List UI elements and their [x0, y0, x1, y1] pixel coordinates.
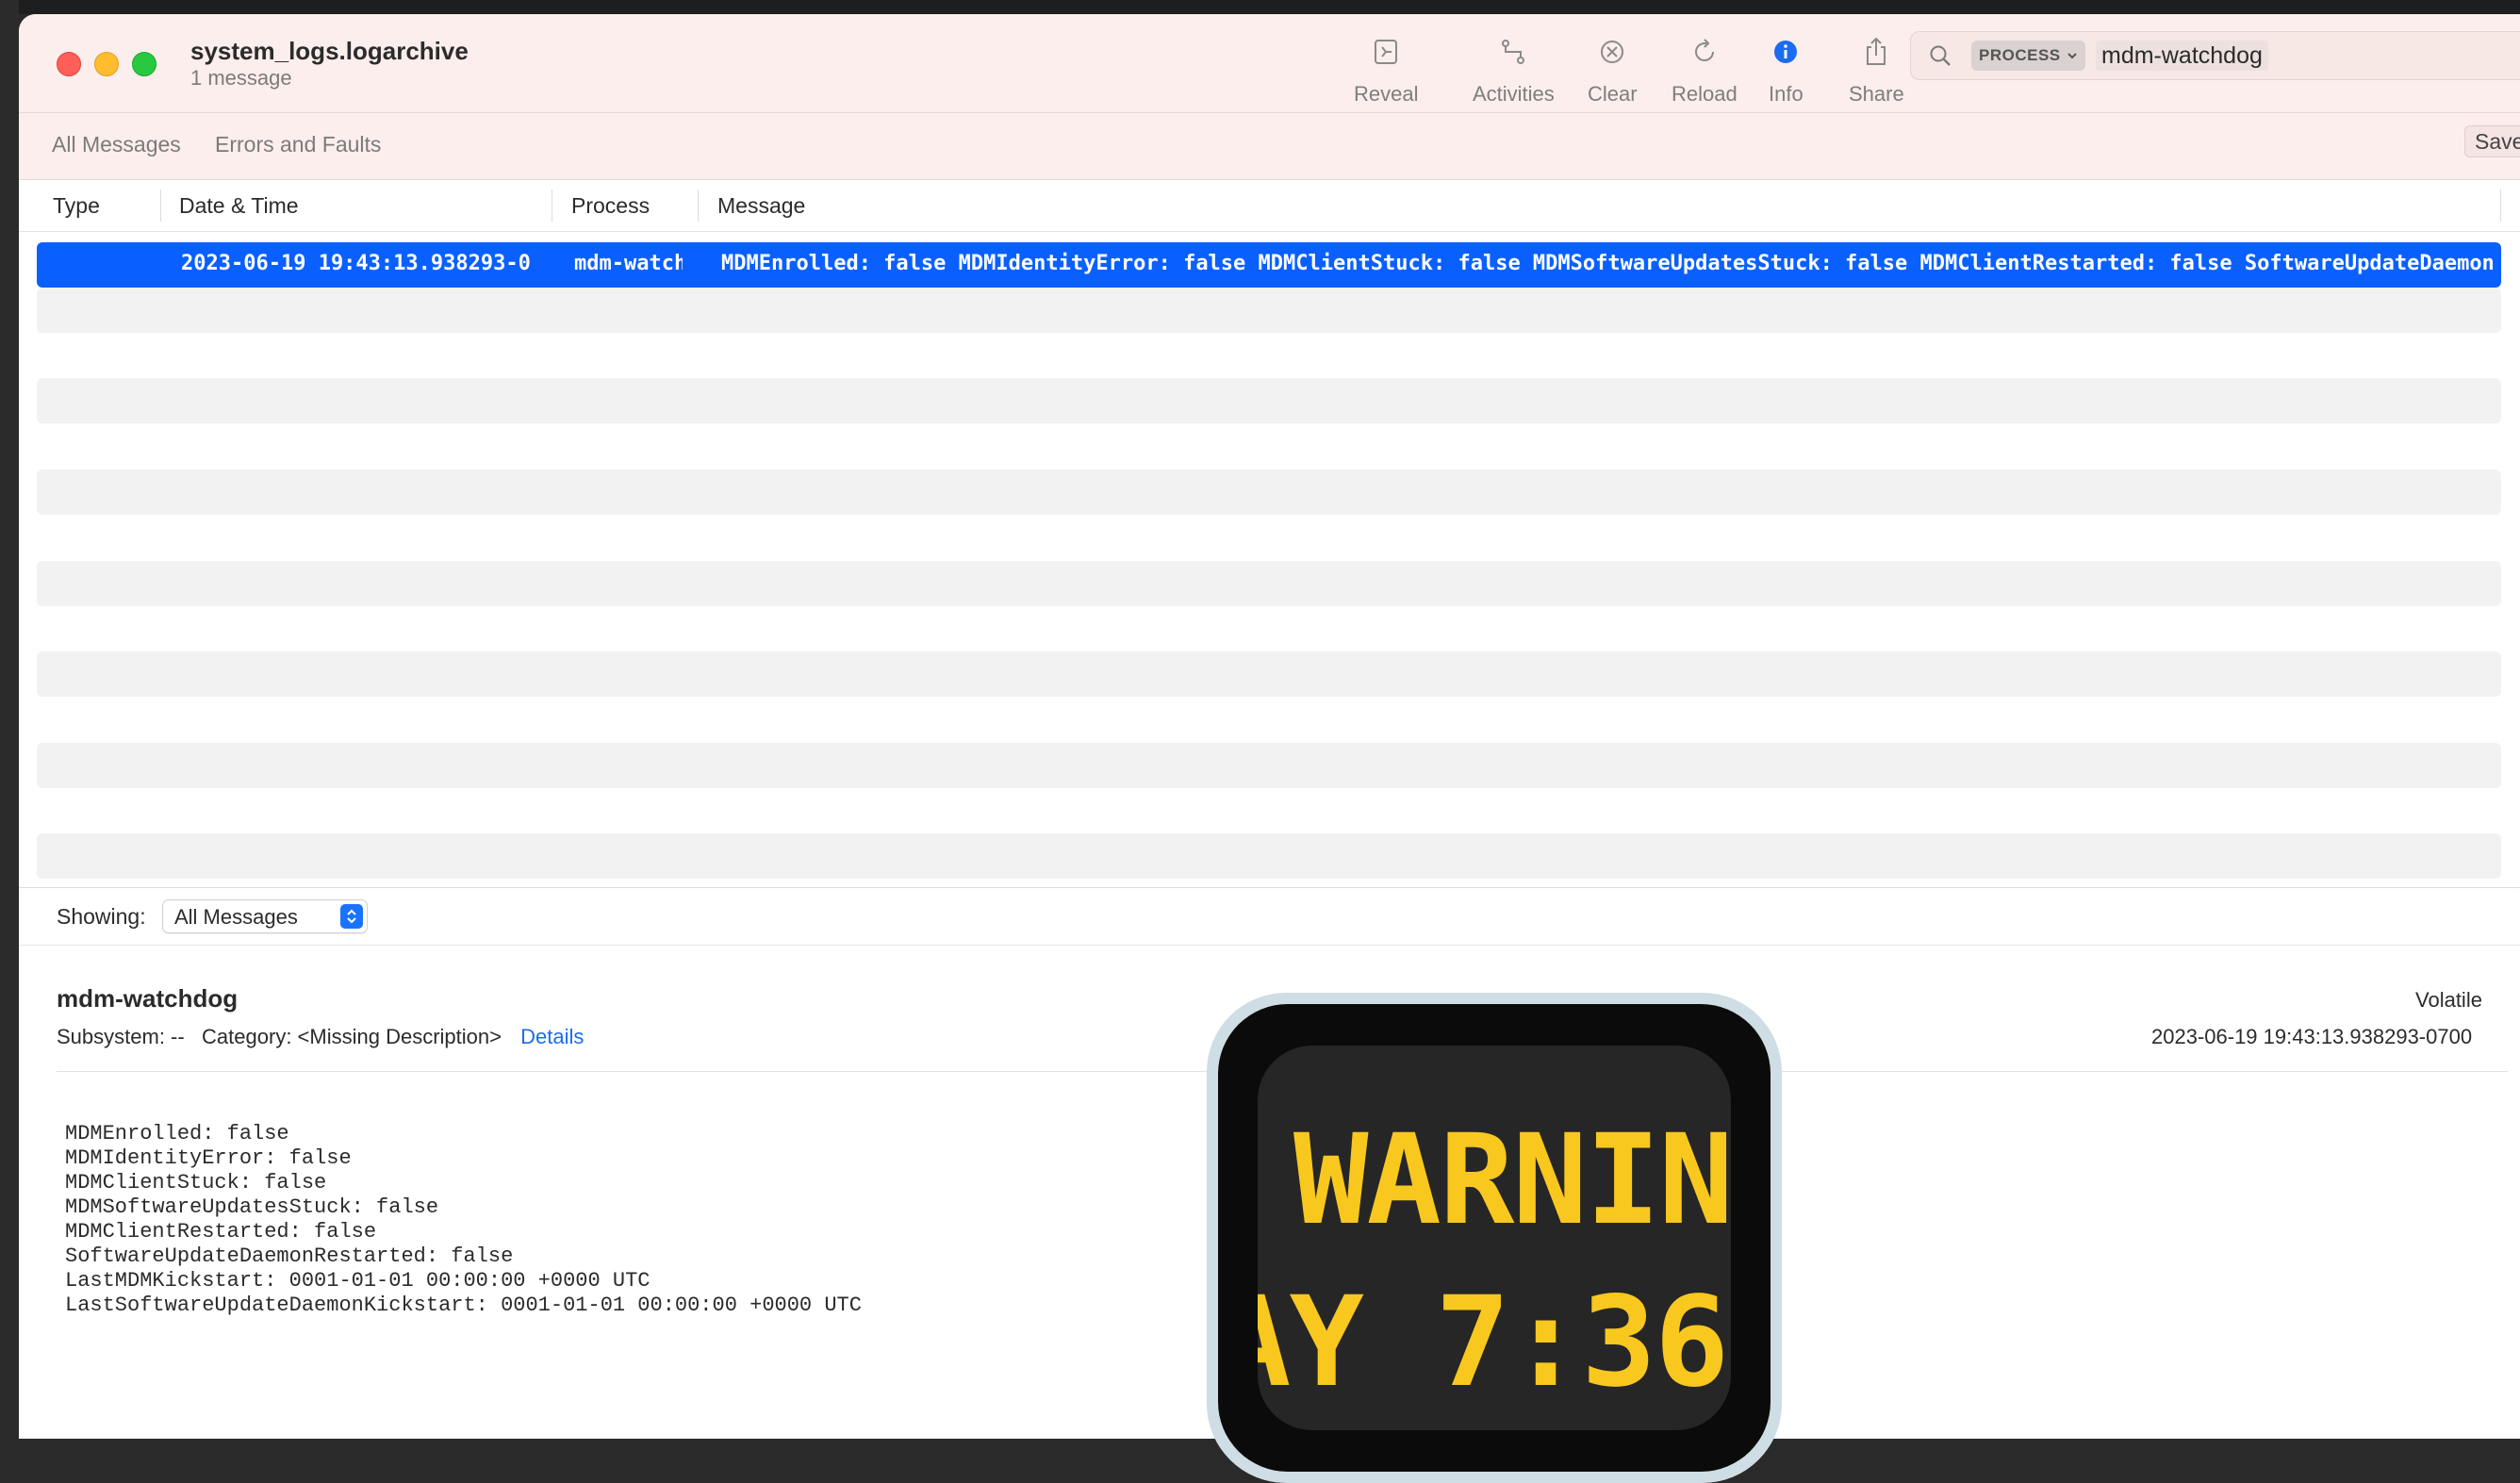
table-row-empty	[37, 561, 2501, 606]
chevron-down-icon	[2067, 46, 2078, 65]
scope-errors-and-faults[interactable]: Errors and Faults	[215, 132, 381, 157]
detail-timestamp: 2023-06-19 19:43:13.938293-0700	[2151, 1025, 2473, 1048]
column-header-row: Type Date & Time Process Message	[19, 180, 2520, 232]
reveal-label: Reveal	[1354, 82, 1419, 106]
search-icon	[1928, 43, 1952, 73]
detail-line: LastMDMKickstart: 0001-01-01 00:00:00 +0…	[65, 1269, 651, 1293]
table-row-empty	[37, 288, 2501, 333]
log-table: 2023-06-19 19:43:13.938293-0 mdm-watchdo…	[37, 242, 2501, 883]
detail-line: MDMEnrolled: false	[65, 1122, 289, 1145]
icon-screen: WARNIN AY 7:36	[1258, 1046, 1731, 1430]
detail-subsystem: Subsystem: --	[57, 1025, 185, 1048]
detail-message-body: MDMEnrolled: false MDMIdentityError: fal…	[65, 1122, 862, 1318]
search-field[interactable]: PROCESS mdm-watchdog	[1910, 31, 2520, 80]
column-separator[interactable]	[698, 189, 699, 222]
clear-button[interactable]: Clear	[1588, 33, 1638, 108]
column-separator[interactable]	[2500, 189, 2501, 222]
clear-label: Clear	[1588, 82, 1638, 106]
reveal-icon	[1372, 33, 1400, 71]
share-button[interactable]: Share	[1849, 33, 1904, 108]
search-token-label: PROCESS	[1979, 46, 2061, 64]
icon-text-line1: WARNIN	[1293, 1108, 1731, 1253]
column-type[interactable]: Type	[53, 193, 100, 219]
detail-line: LastSoftwareUpdateDaemonKickstart: 0001-…	[65, 1294, 862, 1317]
reload-button[interactable]: Reload	[1672, 33, 1738, 108]
share-label: Share	[1849, 82, 1904, 106]
detail-meta: Subsystem: -- Category: <Missing Descrip…	[57, 1025, 584, 1049]
titlebar: system_logs.logarchive 1 message Reveal …	[19, 14, 2520, 113]
table-row-empty	[37, 470, 2501, 515]
table-row-empty	[37, 378, 2501, 423]
showing-select-value: All Messages	[174, 905, 298, 929]
column-separator[interactable]	[160, 189, 161, 222]
detail-line: MDMClientRestarted: false	[65, 1220, 377, 1244]
search-query[interactable]: mdm-watchdog	[2096, 41, 2268, 71]
scope-bar: All Messages Errors and Faults Save	[19, 113, 2520, 180]
detail-category: Category: <Missing Description>	[202, 1025, 502, 1048]
column-message[interactable]: Message	[717, 193, 805, 219]
reveal-button[interactable]: Reveal	[1354, 33, 1418, 108]
detail-line: MDMSoftwareUpdatesStuck: false	[65, 1195, 439, 1219]
close-window-button[interactable]	[57, 52, 81, 76]
column-process[interactable]: Process	[571, 193, 650, 219]
scope-all-messages[interactable]: All Messages	[52, 132, 181, 157]
reload-icon	[1690, 33, 1719, 71]
table-row-empty	[37, 833, 2501, 879]
reload-label: Reload	[1672, 82, 1738, 106]
minimize-window-button[interactable]	[94, 52, 119, 76]
detail-volatile: Volatile	[2415, 988, 2482, 1012]
showing-bar: Showing: All Messages	[19, 888, 2520, 946]
icon-text-line2: AY 7:36	[1258, 1270, 1729, 1415]
details-link[interactable]: Details	[520, 1025, 584, 1048]
table-row-empty	[37, 743, 2501, 788]
detail-process-name: mdm-watchdog	[57, 984, 239, 1013]
search-token-process[interactable]: PROCESS	[1971, 41, 2085, 71]
showing-label: Showing:	[57, 904, 146, 929]
activities-icon	[1498, 33, 1528, 71]
console-app-icon: WARNIN AY 7:36	[1207, 993, 1782, 1483]
clear-icon	[1598, 33, 1626, 71]
detail-line: SoftwareUpdateDaemonRestarted: false	[65, 1244, 514, 1268]
info-button[interactable]: Info	[1769, 33, 1804, 108]
share-icon	[1862, 33, 1890, 71]
zoom-window-button[interactable]	[132, 52, 156, 76]
select-stepper-icon	[340, 904, 363, 929]
row-message: MDMEnrolled: false MDMIdentityError: fal…	[721, 252, 2494, 275]
detail-line: MDMClientStuck: false	[65, 1171, 327, 1195]
window-title: system_logs.logarchive	[190, 37, 469, 65]
activities-button[interactable]: Activities	[1473, 33, 1555, 108]
window-subtitle: 1 message	[190, 66, 292, 90]
showing-select[interactable]: All Messages	[162, 899, 368, 933]
desktop-background-top	[0, 0, 2520, 14]
detail-line: MDMIdentityError: false	[65, 1146, 352, 1170]
table-row-empty	[37, 651, 2501, 697]
table-row[interactable]: 2023-06-19 19:43:13.938293-0 mdm-watchdo…	[37, 242, 2501, 288]
activities-label: Activities	[1473, 82, 1555, 106]
save-button[interactable]: Save	[2464, 125, 2520, 157]
column-date-time[interactable]: Date & Time	[179, 193, 299, 219]
info-label: Info	[1769, 82, 1804, 106]
info-icon	[1771, 33, 1800, 71]
desktop-background-left	[0, 0, 19, 1439]
row-datetime: 2023-06-19 19:43:13.938293-0	[181, 252, 531, 275]
row-process: mdm-watchdog	[574, 252, 683, 275]
icon-frame: WARNIN AY 7:36	[1218, 1004, 1771, 1472]
